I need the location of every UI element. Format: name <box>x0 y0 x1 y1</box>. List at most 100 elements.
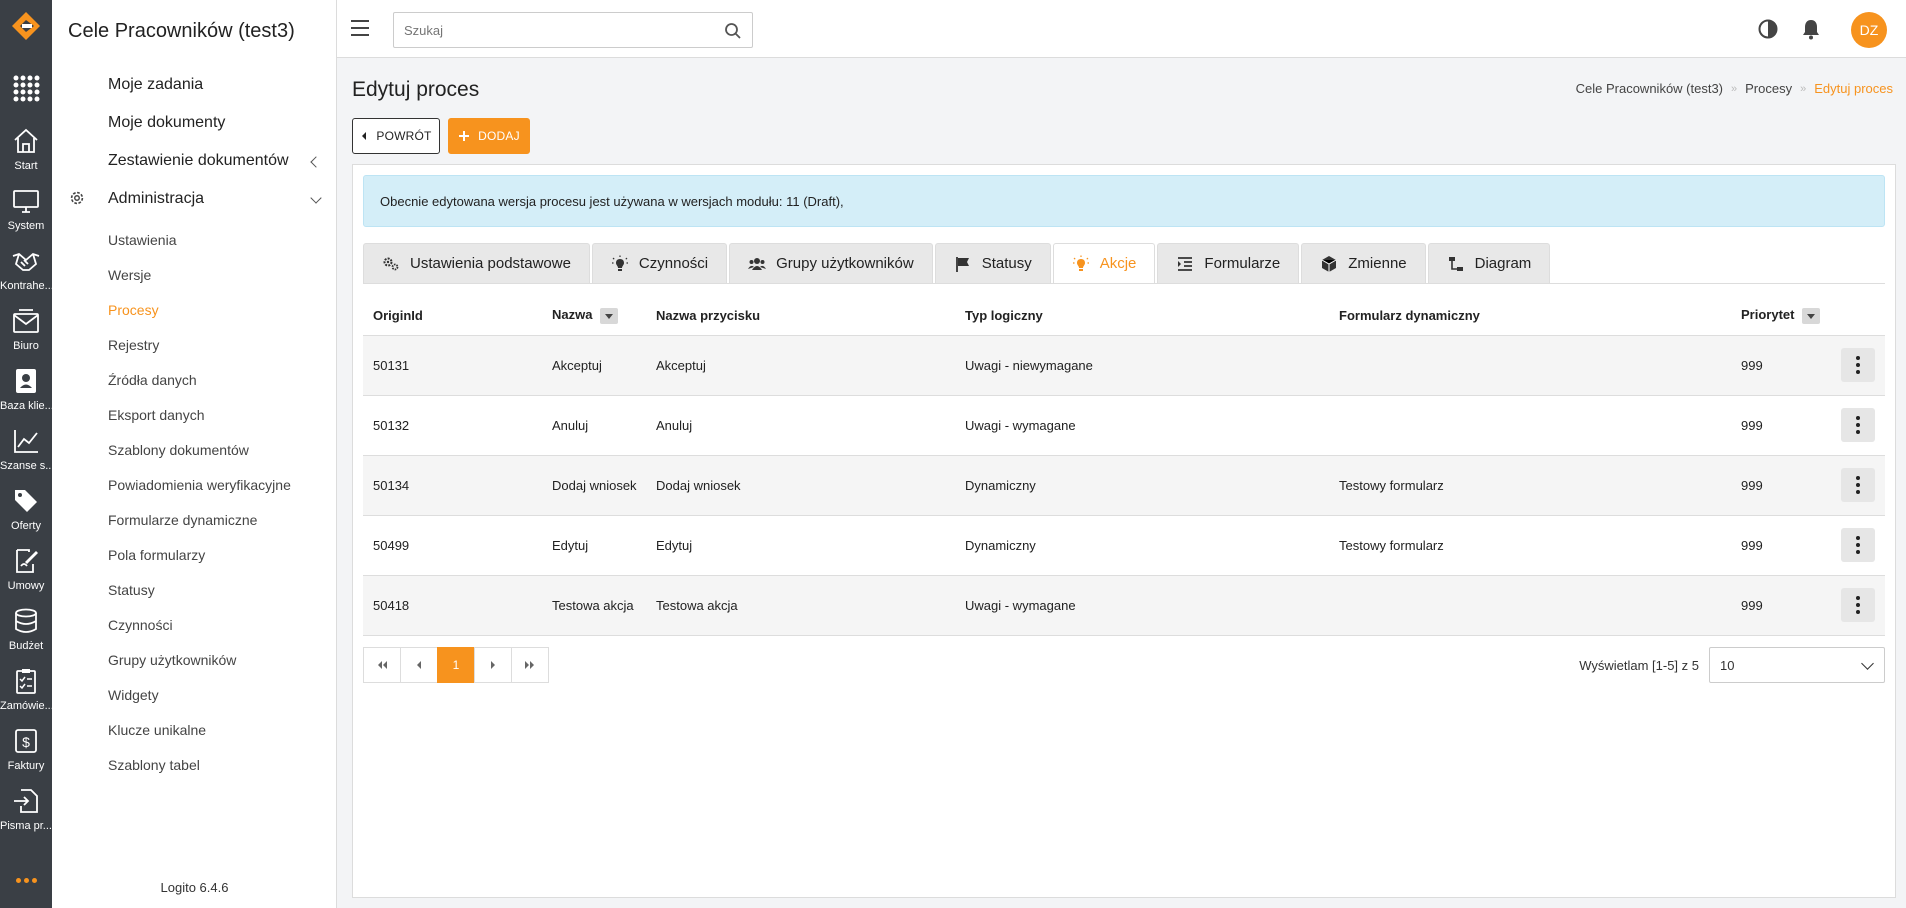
prev-page-icon[interactable] <box>400 647 438 683</box>
sidebar-item-zestawienie-dokumentow[interactable]: Zestawienie dokumentów <box>108 152 289 170</box>
apps-grid-icon[interactable] <box>10 72 42 104</box>
tab-statusy[interactable]: Statusy <box>934 243 1051 283</box>
clipboard-check-icon <box>16 669 36 694</box>
tab-diagram[interactable]: Diagram <box>1427 243 1551 283</box>
cell-nazwa: Testowa akcja <box>542 575 646 636</box>
menu-toggle-icon[interactable] <box>351 20 369 36</box>
sidebar-subitem-szablony-tabel[interactable]: Szablony tabel <box>108 757 200 773</box>
sidebar-subitem-klucze-unikalne[interactable]: Klucze unikalne <box>108 722 206 738</box>
search-icon[interactable] <box>724 22 742 40</box>
module-title: Cele Pracowników (test3) <box>68 20 295 42</box>
rail-item-start[interactable]: Start <box>0 124 52 184</box>
cell-actions <box>1831 455 1885 516</box>
tab-ustawienia-podstawowe[interactable]: Ustawienia podstawowe <box>363 243 590 283</box>
sort-dropdown-icon[interactable] <box>600 308 619 325</box>
row-menu-kebab-icon[interactable] <box>1841 468 1875 502</box>
tab-grupy-uzytkownikow[interactable]: Grupy użytkowników <box>729 243 933 283</box>
info-alert: Obecnie edytowana wersja procesu jest uż… <box>363 175 1885 227</box>
table-row[interactable]: 50418 Testowa akcja Testowa akcja Uwagi … <box>363 575 1885 636</box>
rail-item-label: Kontrahe... <box>0 280 52 292</box>
column-header-formularz-dynamiczny[interactable]: Formularz dynamiczny <box>1329 297 1731 336</box>
cell-formularz-dynamiczny <box>1329 335 1731 396</box>
rail-item-system[interactable]: System <box>0 184 52 244</box>
table-row[interactable]: 50132 Anuluj Anuluj Uwagi - wymagane 999 <box>363 395 1885 456</box>
breadcrumb-item[interactable]: Procesy <box>1745 81 1792 96</box>
row-menu-kebab-icon[interactable] <box>1841 348 1875 382</box>
rail-item-faktury[interactable]: $ Faktury <box>0 724 52 784</box>
more-modules-button[interactable] <box>10 870 42 890</box>
column-header-nazwa-przycisku[interactable]: Nazwa przycisku <box>646 297 955 336</box>
sign-document-icon <box>16 549 38 573</box>
sidebar-subitem-powiadomienia-weryfikacyjne[interactable]: Powiadomienia weryfikacyjne <box>108 477 291 493</box>
tab-zmienne[interactable]: Zmienne <box>1301 243 1426 283</box>
column-header-originid[interactable]: OriginId <box>363 297 542 336</box>
sidebar-subitem-zrodla-danych[interactable]: Źródła danych <box>108 372 197 388</box>
sidebar-subitem-rejestry[interactable]: Rejestry <box>108 337 159 353</box>
page-size-value: 10 <box>1720 657 1735 673</box>
sidebar-subitem-statusy[interactable]: Statusy <box>108 582 155 598</box>
rail-item-biuro[interactable]: Biuro <box>0 304 52 364</box>
logito-logo[interactable] <box>8 6 44 46</box>
cogs-icon <box>383 257 399 270</box>
cell-formularz-dynamiczny: Testowy formularz <box>1329 515 1731 576</box>
rail-item-oferty[interactable]: Oferty <box>0 484 52 544</box>
sidebar-item-moje-zadania[interactable]: Moje zadania <box>108 76 203 94</box>
column-header-typ-logiczny[interactable]: Typ logiczny <box>955 297 1329 336</box>
page-number-button[interactable]: 1 <box>437 647 475 683</box>
chevron-left-icon[interactable] <box>310 156 322 168</box>
add-button[interactable]: DODAJ <box>448 118 530 154</box>
breadcrumb-separator-icon: » <box>1800 82 1807 95</box>
search-input[interactable] <box>394 13 704 47</box>
theme-contrast-icon[interactable] <box>1757 18 1779 40</box>
sidebar-subitem-pola-formularzy[interactable]: Pola formularzy <box>108 547 205 563</box>
sidebar-subitem-szablony-dokumentow[interactable]: Szablony dokumentów <box>108 442 249 458</box>
sidebar-subitem-wersje[interactable]: Wersje <box>108 267 151 283</box>
tab-label: Zmienne <box>1348 255 1407 272</box>
page-size-select[interactable]: 10 <box>1709 647 1885 683</box>
tab-akcje[interactable]: Akcje <box>1052 243 1156 283</box>
breadcrumb-item[interactable]: Cele Pracowników (test3) <box>1576 81 1723 96</box>
rail-item-umowy[interactable]: Umowy <box>0 544 52 604</box>
row-menu-kebab-icon[interactable] <box>1841 588 1875 622</box>
row-menu-kebab-icon[interactable] <box>1841 408 1875 442</box>
table-row[interactable]: 50499 Edytuj Edytuj Dynamiczny Testowy f… <box>363 515 1885 576</box>
last-page-icon[interactable] <box>511 647 549 683</box>
cell-originid: 50134 <box>363 455 542 516</box>
tab-label: Czynności <box>638 255 709 272</box>
sidebar-subitem-eksport-danych[interactable]: Eksport danych <box>108 407 205 423</box>
table-row[interactable]: 50131 Akceptuj Akceptuj Uwagi - niewymag… <box>363 335 1885 396</box>
row-menu-kebab-icon[interactable] <box>1841 528 1875 562</box>
sort-dropdown-icon[interactable] <box>1802 308 1821 325</box>
next-page-icon[interactable] <box>474 647 512 683</box>
rail-item-baza-klientow[interactable]: Baza klie... <box>0 364 52 424</box>
tab-czynnosci[interactable]: Czynności <box>591 243 728 283</box>
sidebar-item-moje-dokumenty[interactable]: Moje dokumenty <box>108 114 225 132</box>
rail-item-zamowienia[interactable]: Zamówie... <box>0 664 52 724</box>
sidebar-item-administracja[interactable]: Administracja <box>108 190 204 208</box>
column-header-priorytet[interactable]: Priorytet <box>1731 297 1831 336</box>
sidebar-subitem-czynnosci[interactable]: Czynności <box>108 617 173 633</box>
rail-item-kontrahenci[interactable]: Kontrahe... <box>0 244 52 304</box>
cube-icon <box>1322 255 1337 272</box>
column-header-label: OriginId <box>373 308 423 324</box>
sidebar-subitem-procesy[interactable]: Procesy <box>108 302 159 318</box>
rail-item-budzet[interactable]: Budżet <box>0 604 52 664</box>
back-button[interactable]: POWRÓT <box>352 118 440 154</box>
tab-label: Ustawienia podstawowe <box>410 255 571 272</box>
bell-icon[interactable] <box>1800 18 1822 40</box>
sidebar-subitem-grupy-uzytkownikow[interactable]: Grupy użytkowników <box>108 652 236 668</box>
rail-item-pisma-przychodzace[interactable]: Pisma pr... <box>0 784 52 844</box>
table-row[interactable]: 50134 Dodaj wniosek Dodaj wniosek Dynami… <box>363 455 1885 516</box>
rail-item-szanse-sprzedazy[interactable]: Szanse s... <box>0 424 52 484</box>
tab-label: Akcje <box>1099 255 1137 272</box>
tab-label: Diagram <box>1474 255 1532 272</box>
file-import-icon <box>14 789 38 813</box>
first-page-icon[interactable] <box>363 647 401 683</box>
sidebar-subitem-ustawienia[interactable]: Ustawienia <box>108 232 176 248</box>
sidebar-subitem-widgety[interactable]: Widgety <box>108 687 159 703</box>
chevron-down-icon[interactable] <box>310 192 322 204</box>
column-header-nazwa[interactable]: Nazwa <box>542 297 646 336</box>
sidebar-subitem-formularze-dynamiczne[interactable]: Formularze dynamiczne <box>108 512 257 528</box>
user-avatar[interactable]: DZ <box>1851 12 1887 48</box>
tab-formularze[interactable]: Formularze <box>1157 243 1300 283</box>
